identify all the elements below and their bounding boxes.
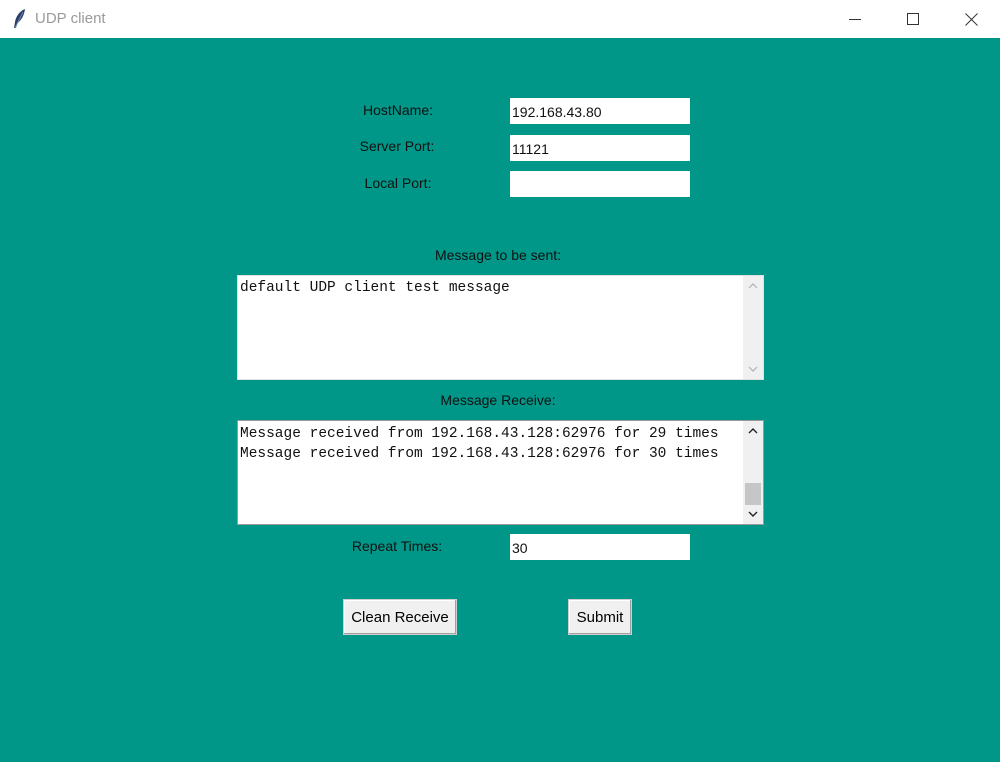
message-sent-label: Message to be sent: [434, 247, 562, 263]
maximize-button[interactable] [884, 0, 942, 38]
scroll-down-arrow[interactable] [743, 505, 763, 523]
message-sent-textbox[interactable]: default UDP client test message [237, 275, 764, 380]
window-title: UDP client [35, 10, 106, 27]
hostname-input[interactable] [510, 98, 690, 124]
local-port-label: Local Port: [364, 175, 432, 191]
title-bar: UDP client [0, 0, 1000, 38]
close-button[interactable] [942, 0, 1000, 38]
local-port-input[interactable] [510, 171, 690, 197]
chevron-up-icon [748, 283, 758, 289]
maximize-icon [907, 13, 919, 25]
server-port-label: Server Port: [359, 138, 435, 154]
hostname-label: HostName: [362, 102, 434, 118]
minimize-button[interactable] [826, 0, 884, 38]
repeat-times-label: Repeat Times: [351, 538, 443, 554]
message-receive-text[interactable]: Message received from 192.168.43.128:629… [240, 424, 741, 522]
feather-icon [14, 9, 25, 29]
close-icon [964, 12, 978, 26]
repeat-times-input[interactable] [510, 534, 690, 560]
clean-receive-button[interactable]: Clean Receive [343, 599, 457, 635]
scroll-up-arrow[interactable] [743, 277, 763, 295]
message-sent-scrollbar[interactable] [743, 276, 763, 379]
scroll-up-arrow[interactable] [743, 422, 763, 440]
submit-button[interactable]: Submit [568, 599, 632, 635]
message-sent-text[interactable]: default UDP client test message [240, 278, 741, 377]
chevron-down-icon [748, 511, 758, 517]
message-receive-textbox[interactable]: Message received from 192.168.43.128:629… [237, 420, 764, 525]
scrollbar-thumb[interactable] [745, 483, 761, 505]
message-receive-label: Message Receive: [440, 392, 556, 408]
server-port-input[interactable] [510, 135, 690, 161]
chevron-up-icon [748, 428, 758, 434]
minimize-icon [849, 19, 861, 20]
scroll-down-arrow[interactable] [743, 360, 763, 378]
chevron-down-icon [748, 366, 758, 372]
message-receive-scrollbar[interactable] [743, 421, 763, 524]
